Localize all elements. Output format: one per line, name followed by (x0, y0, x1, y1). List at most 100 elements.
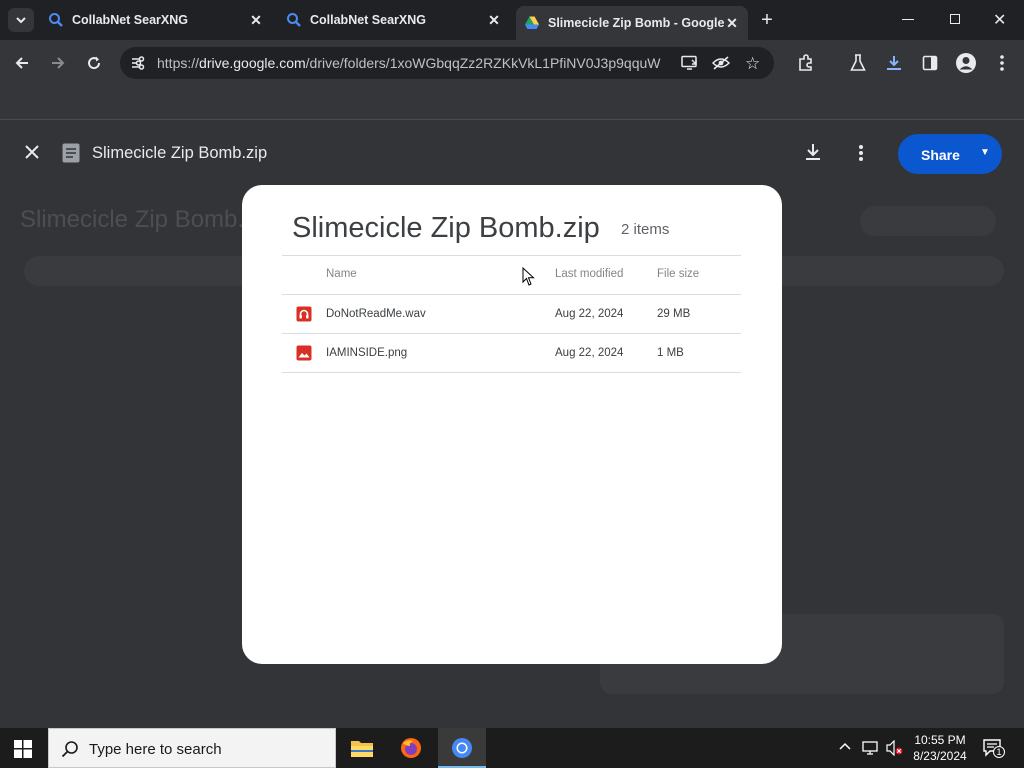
share-button-label: Share (921, 147, 960, 163)
windows-logo-icon (14, 740, 32, 758)
tab-searxng-1[interactable]: CollabNet SearXNG ✕ (40, 6, 272, 34)
tab-strip: CollabNet SearXNG ✕ CollabNet SearXNG ✕ … (0, 0, 1024, 40)
file-name: IAMINSIDE.png (326, 347, 408, 359)
bookmark-star-icon[interactable]: ☆ (745, 54, 760, 74)
url-path: /drive/folders/1xoWGbqqZz2RZKkVkL1PfiNV0… (305, 55, 661, 71)
restore-window-icon[interactable] (950, 14, 960, 24)
audio-file-icon (296, 306, 312, 322)
show-hidden-icons[interactable] (838, 740, 852, 754)
system-clock[interactable]: 10:55 PM 8/23/2024 (906, 732, 974, 764)
chevron-down-icon (16, 17, 26, 24)
start-button[interactable] (14, 740, 32, 758)
more-vert-icon (859, 145, 863, 161)
tab-google-drive[interactable]: Slimecicle Zip Bomb - Google Drive ✕ (516, 6, 748, 40)
file-size: 29 MB (657, 308, 691, 320)
forward-button[interactable] (46, 51, 70, 75)
close-tab-icon[interactable]: ✕ (486, 12, 502, 28)
tracking-protection-icon[interactable] (711, 55, 731, 71)
search-icon (286, 12, 302, 28)
arrow-right-icon (52, 57, 65, 69)
zip-file-icon (62, 143, 80, 163)
url-text[interactable]: https://drive.google.com/drive/folders/1… (157, 55, 663, 71)
background-search-bar (24, 256, 242, 286)
file-modified: Aug 22, 2024 (555, 308, 624, 320)
chevron-up-icon (839, 742, 851, 750)
tab-title: Slimecicle Zip Bomb - Google Drive (548, 16, 724, 30)
mouse-cursor-icon (522, 266, 536, 287)
table-row[interactable]: IAMINSIDE.png Aug 22, 2024 1 MB (282, 334, 741, 373)
item-count: 2 items (621, 221, 670, 238)
taskbar-search-input[interactable]: Type here to search (48, 728, 336, 768)
file-viewer-header: Slimecicle Zip Bomb.zip Share ▼ (0, 120, 1024, 186)
site-info-icon[interactable] (130, 55, 146, 71)
flask-icon (850, 54, 866, 71)
chrome-button-active[interactable] (438, 728, 486, 768)
downloads-button[interactable] (882, 51, 906, 75)
file-explorer-button[interactable] (350, 738, 374, 758)
bookmarks-bar (0, 86, 1024, 120)
close-window-icon[interactable]: ✕ (993, 10, 1006, 30)
profile-button[interactable] (954, 51, 978, 75)
reload-icon (88, 56, 101, 70)
firefox-icon (401, 738, 421, 758)
chrome-icon (452, 738, 472, 758)
image-file-icon (296, 345, 312, 361)
tab-search-dropdown-button[interactable] (8, 8, 34, 32)
new-tab-button[interactable]: + (756, 10, 778, 32)
close-icon (25, 145, 39, 159)
minimize-window-icon[interactable] (902, 19, 914, 20)
action-center-button[interactable]: 1 (982, 738, 1005, 758)
side-panel-icon (922, 55, 938, 71)
url-domain: drive.google.com (199, 55, 306, 71)
download-file-button[interactable] (803, 142, 823, 162)
labs-button[interactable] (846, 51, 870, 75)
zip-contents-dialog: Slimecicle Zip Bomb.zip 2 items Name Las… (242, 185, 782, 664)
volume-muted-icon[interactable] (886, 739, 904, 757)
windows-taskbar: Type here to search 10:55 PM 8/23/2024 1 (0, 728, 1024, 768)
viewer-file-title: Slimecicle Zip Bomb.zip (92, 144, 268, 162)
close-tab-icon[interactable]: ✕ (724, 15, 740, 31)
tab-title: CollabNet SearXNG (310, 13, 427, 27)
google-drive-icon (524, 15, 540, 31)
more-actions-button[interactable] (858, 144, 864, 162)
profile-avatar-icon (956, 53, 976, 73)
file-modified: Aug 22, 2024 (555, 347, 624, 359)
file-name: DoNotReadMe.wav (326, 308, 426, 320)
download-icon (887, 56, 901, 70)
install-app-icon[interactable] (681, 55, 699, 71)
more-vert-icon (1000, 55, 1004, 71)
arrow-left-icon (15, 57, 28, 69)
back-button[interactable] (10, 51, 34, 75)
notification-count-badge: 1 (993, 746, 1005, 758)
dialog-title: Slimecicle Zip Bomb.zip (292, 212, 600, 244)
download-icon (806, 144, 820, 160)
close-tab-icon[interactable]: ✕ (248, 12, 264, 28)
side-panel-button[interactable] (918, 51, 942, 75)
clock-date: 8/23/2024 (913, 749, 967, 763)
close-viewer-button[interactable] (22, 142, 42, 162)
background-view-toggle (860, 206, 996, 236)
search-icon (48, 12, 64, 28)
browser-menu-button[interactable] (990, 51, 1014, 75)
drive-page: Slimecicle Zip Bomb.zip Slimecicle Zip B… (0, 120, 1024, 728)
column-header-last-modified: Last modified (555, 268, 624, 280)
share-button[interactable]: Share ▼ (898, 134, 1002, 174)
address-bar[interactable]: https://drive.google.com/drive/folders/1… (120, 47, 774, 79)
search-icon (61, 741, 78, 758)
network-icon[interactable] (862, 740, 878, 756)
extensions-button[interactable] (794, 51, 818, 75)
firefox-button[interactable] (400, 737, 422, 759)
clock-time: 10:55 PM (914, 733, 966, 747)
table-divider (282, 255, 741, 256)
search-placeholder: Type here to search (89, 741, 222, 758)
table-divider (282, 372, 741, 373)
tab-searxng-2[interactable]: CollabNet SearXNG ✕ (278, 6, 510, 34)
tab-title: CollabNet SearXNG (72, 13, 189, 27)
reload-button[interactable] (82, 51, 106, 75)
share-dropdown-icon[interactable]: ▼ (980, 147, 990, 158)
puzzle-icon (799, 54, 812, 71)
file-size: 1 MB (657, 347, 684, 359)
table-row[interactable]: DoNotReadMe.wav Aug 22, 2024 29 MB (282, 295, 741, 334)
background-folder-heading: Slimecicle Zip Bomb.zip (20, 206, 242, 232)
folder-icon (351, 741, 373, 757)
